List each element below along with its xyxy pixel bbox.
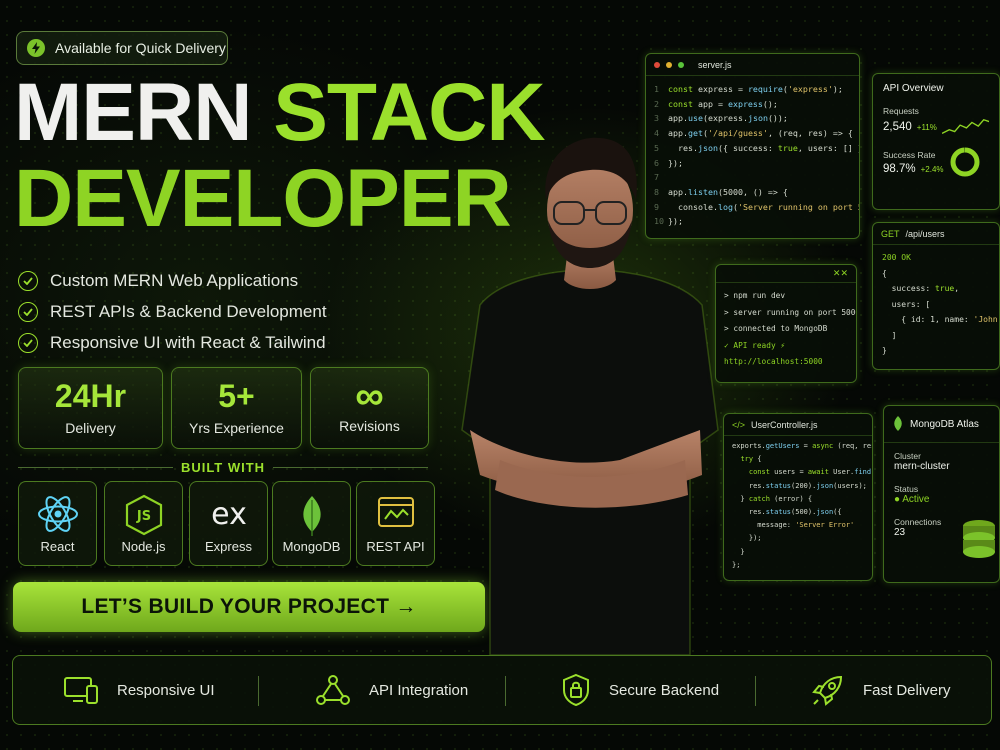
network-icon	[316, 675, 350, 705]
headline-developer: DEVELOPER	[14, 153, 512, 244]
tech-name: Express	[205, 539, 252, 554]
stat-card-revisions: ∞ Revisions	[310, 367, 429, 449]
stat-card-experience: 5+ Yrs Experience	[171, 367, 302, 449]
express-icon: ex	[204, 494, 254, 539]
badge-label: Available for Quick Delivery	[55, 40, 226, 56]
file-tab-icon: </>	[732, 419, 746, 430]
cta-button[interactable]: LET’S BUILD YOUR PROJECT →	[13, 582, 485, 632]
tech-name: Node.js	[121, 539, 166, 554]
minimize-dot-icon	[666, 61, 672, 68]
controller-code: exports.getUsers = async (req, res) => {…	[732, 442, 872, 569]
panel-titlebar: GET /api/users	[873, 223, 999, 245]
mongo-title: MongoDB Atlas	[910, 418, 979, 430]
built-with-divider: BUILT WITH	[18, 458, 429, 476]
cluster-value: mern-cluster	[894, 461, 950, 472]
benefit-item: Secure Backend	[561, 656, 719, 724]
success-change: +2.4%	[920, 164, 944, 174]
feature-label: Custom MERN Web Applications	[50, 270, 299, 290]
close-dot-icon	[654, 61, 660, 68]
mongodb-icon	[297, 494, 327, 543]
separator	[258, 676, 259, 706]
database-icon	[963, 520, 995, 558]
benefit-label: Secure Backend	[609, 681, 720, 699]
stat-label: Yrs Experience	[189, 420, 284, 436]
success-value: 98.7%	[883, 163, 916, 175]
headline-mern: MERN	[14, 67, 252, 158]
users-json: 200 OK { success: true, users: [ { id: 1…	[882, 253, 1000, 355]
react-icon	[36, 494, 80, 539]
controller-code-panel: </> UserController.js exports.getUsers =…	[723, 413, 873, 581]
api-overview-panel: API Overview Requests 2,540 +11% Success…	[872, 73, 1000, 210]
success-donut	[950, 147, 980, 177]
maximize-dot-icon	[678, 61, 684, 68]
server-code: 1 const express = require('express'); 2 co…	[654, 84, 859, 227]
panel-filename: server.js	[698, 59, 732, 70]
terminal-output: > npm run dev > server running on port 5…	[724, 291, 857, 366]
users-response-panel: GET /api/users 200 OK { success: true, u…	[872, 222, 1000, 370]
lock-shield-icon	[563, 673, 589, 707]
panel-titlebar: ✕✕	[716, 265, 856, 283]
stat-label: Delivery	[65, 420, 116, 436]
panel-filename: UserController.js	[751, 419, 818, 430]
requests-value: 2,540	[883, 121, 912, 133]
tech-card-nodejs: JS Node.js	[104, 481, 183, 566]
tech-card-rest-api: REST API	[356, 481, 435, 566]
benefit-item: API Integration	[315, 656, 468, 724]
mongodb-leaf-icon	[894, 416, 902, 431]
requests-sparkline	[941, 118, 989, 134]
feature-list: Custom MERN Web Applications REST APIs &…	[18, 265, 327, 358]
nodejs-icon: JS	[124, 494, 164, 541]
feature-label: REST APIs & Backend Development	[50, 301, 327, 321]
divider-line	[273, 466, 429, 468]
feature-item: Responsive UI with React & Tailwind	[18, 327, 327, 358]
tech-card-react: React	[18, 481, 97, 566]
check-circle-icon	[18, 332, 38, 353]
rest-api-icon	[376, 494, 416, 537]
svg-text:ex: ex	[211, 497, 247, 532]
panel-titlebar: </> UserController.js	[724, 414, 872, 436]
cluster-label: Cluster	[894, 451, 921, 461]
terminal-panel: ✕✕ > npm run dev > server running on por…	[715, 264, 857, 383]
benefit-item: Fast Delivery	[811, 656, 951, 724]
stat-value: ∞	[355, 374, 384, 418]
separator	[505, 676, 506, 706]
mongodb-atlas-panel: MongoDB Atlas Cluster mern-cluster Statu…	[883, 405, 1000, 583]
api-overview-title: API Overview	[883, 83, 944, 94]
panel-titlebar: server.js	[646, 54, 859, 76]
benefit-label: Fast Delivery	[863, 681, 951, 699]
benefit-label: API Integration	[369, 681, 469, 699]
tech-card-mongodb: MongoDB	[272, 481, 351, 566]
status-label: Status	[894, 484, 919, 494]
tech-card-express: ex Express	[189, 481, 268, 566]
check-circle-icon	[18, 270, 38, 291]
rocket-icon	[812, 675, 843, 706]
feature-item: REST APIs & Backend Development	[18, 296, 327, 327]
benefits-bar: Responsive UI API Integration Secure Bac…	[12, 655, 992, 725]
stat-label: Revisions	[339, 418, 400, 434]
feature-item: Custom MERN Web Applications	[18, 265, 327, 296]
requests-label: Requests	[883, 106, 919, 116]
close-icon: ✕✕	[832, 268, 848, 278]
benefit-item: Responsive UI	[63, 656, 215, 724]
benefit-label: Responsive UI	[117, 681, 215, 699]
stat-value: 24Hr	[54, 378, 127, 414]
availability-badge: Available for Quick Delivery	[16, 31, 228, 65]
separator	[755, 676, 756, 706]
status-value: ● Active	[894, 494, 930, 505]
http-method: GET	[881, 228, 900, 239]
requests-change: +11%	[916, 122, 937, 132]
tech-name: React	[40, 539, 75, 554]
divider-line	[18, 466, 173, 468]
stat-card-delivery: 24Hr Delivery	[18, 367, 163, 449]
svg-text:JS: JS	[135, 509, 150, 524]
devices-icon	[64, 677, 98, 704]
check-circle-icon	[18, 301, 38, 322]
stat-value: 5+	[218, 378, 255, 414]
endpoint-path: /api/users	[905, 228, 945, 239]
tech-name: REST API	[366, 539, 425, 554]
feature-label: Responsive UI with React & Tailwind	[50, 332, 326, 352]
lightning-icon	[27, 39, 45, 57]
built-with-heading: BUILT WITH	[180, 459, 266, 475]
server-code-panel: server.js 1 const express = require('expr…	[645, 53, 860, 239]
